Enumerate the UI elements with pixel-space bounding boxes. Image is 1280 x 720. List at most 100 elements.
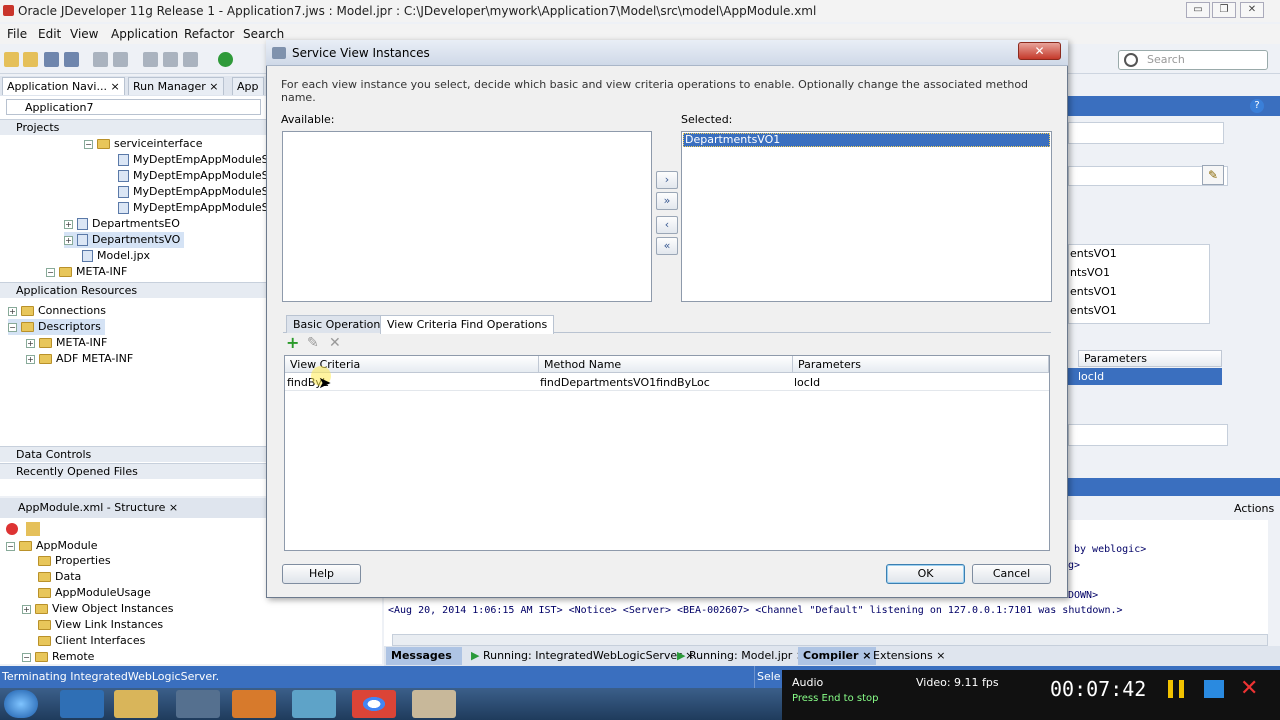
edit-pencil-icon[interactable]: ✎ — [1202, 165, 1224, 185]
search-input[interactable]: Search — [1118, 50, 1268, 70]
tree-item[interactable]: Properties — [38, 553, 111, 569]
move-all-right-button[interactable]: » — [656, 192, 678, 210]
section-application-resources[interactable]: Application Resources — [0, 282, 268, 298]
delete-icon[interactable]: ✕ — [329, 336, 341, 350]
menu-refactor[interactable]: Refactor — [184, 24, 234, 44]
tree-item[interactable]: + DepartmentsEO — [64, 216, 180, 232]
add-icon[interactable]: + — [286, 335, 299, 351]
tree-item-selected[interactable]: + DepartmentsVO — [64, 232, 185, 248]
actions-menu[interactable]: Actions — [1234, 502, 1274, 515]
editor-field[interactable] — [1068, 122, 1224, 144]
tree-item[interactable]: − serviceinterface — [84, 136, 202, 152]
window-icon[interactable] — [1204, 680, 1224, 698]
cell-method-name[interactable]: findDepartmentsVO1findByLoc — [538, 374, 788, 391]
tree-item[interactable]: MyDeptEmpAppModuleServi — [118, 184, 266, 200]
copy-icon[interactable] — [163, 52, 178, 67]
start-button-icon[interactable] — [4, 690, 38, 718]
tree-item-selected[interactable]: − Descriptors — [8, 319, 105, 335]
undo-icon[interactable] — [93, 52, 108, 67]
menu-application[interactable]: Application — [111, 24, 178, 44]
tree-item[interactable]: MyDeptEmpAppModuleServi — [118, 168, 266, 184]
editor-field[interactable] — [1068, 424, 1228, 446]
help-icon[interactable]: ? — [1250, 99, 1264, 113]
cut-icon[interactable] — [143, 52, 158, 67]
tab-compiler[interactable]: Compiler × — [798, 647, 877, 665]
run-icon[interactable] — [218, 52, 233, 67]
tree-item[interactable]: Data — [38, 569, 81, 585]
tree-item[interactable]: + View Object Instances — [22, 601, 173, 617]
move-all-left-button[interactable]: « — [656, 237, 678, 255]
section-data-controls[interactable]: Data Controls — [0, 446, 268, 462]
tab-messages[interactable]: Messages — [386, 647, 462, 665]
jdeveloper-taskbar-icon[interactable] — [412, 690, 456, 718]
collapse-icon[interactable]: − — [84, 139, 93, 149]
paste-icon[interactable] — [183, 52, 198, 67]
tree-item[interactable]: Model.jpx — [82, 248, 150, 264]
expand-icon[interactable]: + — [8, 306, 17, 316]
expand-icon[interactable]: + — [26, 338, 35, 348]
app-icon[interactable] — [292, 690, 336, 718]
pause-icon[interactable] — [1168, 680, 1184, 698]
help-button[interactable]: Help — [282, 564, 361, 584]
app-icon[interactable] — [176, 690, 220, 718]
pin-icon[interactable] — [6, 523, 18, 535]
new-icon[interactable] — [4, 52, 19, 67]
tree-item[interactable]: Client Interfaces — [38, 633, 145, 649]
param-row[interactable]: locId — [1068, 368, 1222, 385]
close-window-button[interactable]: ✕ — [1240, 2, 1264, 18]
redo-icon[interactable] — [113, 52, 128, 67]
tree-item[interactable]: − AppModule — [6, 538, 98, 554]
chrome-icon[interactable] — [352, 690, 396, 718]
tab-application-navigator[interactable]: Application Navi... × — [2, 77, 125, 95]
expand-icon[interactable]: + — [26, 354, 35, 364]
save-all-icon[interactable] — [64, 52, 79, 67]
list-item[interactable]: entsVO1 — [1070, 246, 1117, 262]
collapse-icon[interactable]: − — [6, 541, 15, 551]
menu-edit[interactable]: Edit — [38, 24, 61, 44]
collapse-icon[interactable]: − — [46, 267, 55, 277]
tree-item[interactable]: + Connections — [8, 303, 106, 319]
move-right-button[interactable]: › — [656, 171, 678, 189]
collapse-icon[interactable]: − — [8, 322, 17, 332]
expand-icon[interactable]: + — [64, 219, 73, 229]
tab-view-criteria-find-operations[interactable]: View Criteria Find Operations — [380, 315, 555, 334]
cell-parameters[interactable]: locId — [792, 374, 1042, 391]
stop-icon[interactable]: ✕ — [1240, 676, 1258, 701]
section-projects[interactable]: Projects — [0, 119, 268, 135]
save-icon[interactable] — [44, 52, 59, 67]
edit-icon[interactable]: ✎ — [307, 336, 319, 350]
tree-item[interactable]: + META-INF — [26, 335, 107, 351]
menu-view[interactable]: View — [70, 24, 98, 44]
tree-item[interactable]: − Remote — [22, 649, 94, 665]
section-recently-opened[interactable]: Recently Opened Files — [0, 463, 268, 479]
tree-item[interactable]: MyDeptEmpAppModuleServi — [118, 152, 266, 168]
cancel-button[interactable]: Cancel — [972, 564, 1051, 584]
selected-list[interactable] — [681, 131, 1052, 302]
freeze-icon[interactable] — [26, 522, 40, 536]
list-item[interactable]: ntsVO1 — [1070, 265, 1110, 281]
tree-item[interactable]: View Link Instances — [38, 617, 163, 633]
maximize-button[interactable]: ❐ — [1212, 2, 1236, 18]
ie-icon[interactable] — [60, 690, 104, 718]
tab-running-model[interactable]: ▶ Running: Model.jpr × — [672, 647, 810, 665]
log-scrollbar[interactable] — [392, 634, 1268, 646]
column-header-method-name[interactable]: Method Name — [539, 356, 793, 373]
tree-item[interactable]: AppModuleUsage — [38, 585, 151, 601]
available-list[interactable] — [282, 131, 652, 302]
dialog-close-button[interactable]: ✕ — [1018, 42, 1061, 60]
expand-icon[interactable]: + — [64, 235, 73, 245]
tab-extensions[interactable]: Extensions × — [868, 647, 950, 665]
column-header-parameters[interactable]: Parameters — [793, 356, 1049, 373]
list-item[interactable]: entsVO1 — [1070, 303, 1117, 319]
tab-running-weblogic[interactable]: ▶ Running: IntegratedWebLogicServer × — [466, 647, 699, 665]
move-left-button[interactable]: ‹ — [656, 216, 678, 234]
expand-icon[interactable]: + — [22, 604, 31, 614]
ok-button[interactable]: OK — [886, 564, 965, 584]
menu-file[interactable]: File — [7, 24, 27, 44]
explorer-icon[interactable] — [114, 690, 158, 718]
open-icon[interactable] — [23, 52, 38, 67]
minimize-button[interactable]: ▭ — [1186, 2, 1210, 18]
list-item[interactable]: entsVO1 — [1070, 284, 1117, 300]
tab-run-manager[interactable]: Run Manager × — [128, 77, 224, 95]
tree-item[interactable]: MyDeptEmpAppModuleServi — [118, 200, 266, 216]
